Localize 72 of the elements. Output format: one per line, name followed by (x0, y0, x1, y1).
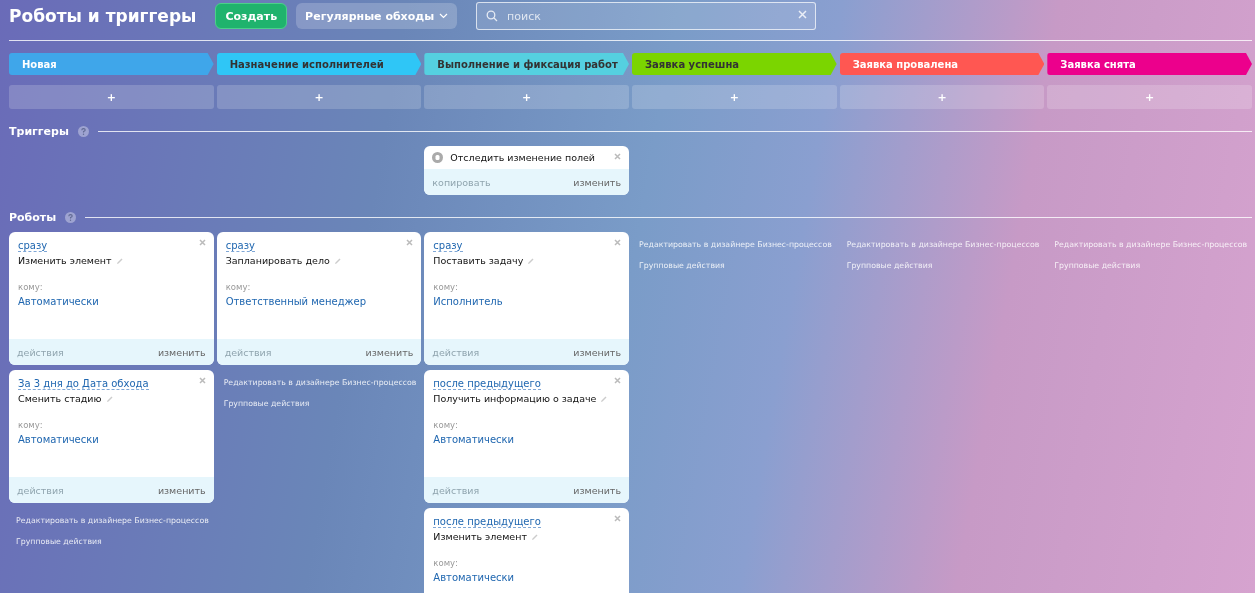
recipient-value[interactable]: Ответственный менеджер (225, 296, 367, 307)
search-field[interactable]: поиск (476, 2, 817, 30)
copy-link[interactable]: копировать (432, 176, 491, 188)
page-title: Роботы и триггеры (9, 6, 197, 26)
actions-link[interactable]: действия (432, 346, 480, 358)
edit-link[interactable]: изменить (365, 346, 414, 358)
section-title: Роботы (9, 211, 57, 224)
delay-link[interactable]: сразу (225, 240, 255, 252)
delay-link[interactable]: сразу (433, 240, 463, 252)
pencil-icon[interactable] (105, 394, 114, 403)
pencil-icon[interactable] (530, 532, 539, 541)
pencil-icon[interactable] (527, 256, 536, 265)
help-icon[interactable] (65, 212, 77, 223)
robot-title: Изменить элемент (433, 531, 527, 542)
trigger-title: Отследить изменение полей (450, 152, 596, 163)
close-icon[interactable] (614, 239, 621, 246)
add-robot-button[interactable]: + (216, 85, 422, 109)
actions-link[interactable]: действия (17, 346, 64, 358)
add-robot-button[interactable]: + (632, 85, 837, 109)
actions-link[interactable]: действия (432, 484, 480, 496)
recipient-label: кому: (18, 420, 43, 430)
add-robot-button[interactable]: + (839, 85, 1045, 109)
robot-title: Изменить элемент (18, 255, 112, 266)
trigger-icon (432, 152, 444, 163)
recipient-label: кому: (433, 282, 458, 292)
close-icon[interactable] (198, 377, 206, 384)
recipient-value[interactable]: Автоматически (433, 572, 515, 583)
chevron-down-icon (439, 13, 449, 19)
delay-link[interactable]: сразу (18, 240, 48, 252)
help-icon[interactable] (77, 126, 89, 137)
robot-title: Поставить задачу (433, 255, 524, 266)
robot-title: Сменить стадию (18, 393, 102, 404)
edit-link[interactable]: изменить (157, 346, 206, 358)
stage-header[interactable]: Заявка снята (1047, 53, 1252, 75)
edit-link[interactable]: изменить (157, 484, 206, 496)
recipient-label: кому: (225, 282, 251, 292)
pencil-icon[interactable] (333, 256, 342, 265)
robot-title: Получить информацию о задаче (433, 393, 597, 404)
pencil-icon[interactable] (600, 394, 609, 403)
pencil-icon[interactable] (115, 256, 124, 265)
delay-link[interactable]: после предыдущего (433, 378, 541, 390)
close-icon[interactable] (614, 153, 621, 160)
stage-header[interactable]: Новая (9, 53, 214, 75)
recipient-value[interactable]: Автоматически (18, 296, 99, 307)
delay-link[interactable]: За 3 дня до Дата обхода (18, 378, 149, 390)
add-robot-button[interactable]: + (9, 85, 214, 109)
stage-header[interactable]: Заявка успешна (632, 53, 837, 75)
edit-link[interactable]: изменить (573, 346, 621, 358)
close-icon[interactable] (614, 377, 621, 384)
search-icon (486, 10, 499, 22)
preset-dropdown[interactable]: Регулярные обходы (296, 3, 458, 29)
delay-link[interactable]: после предыдущего (433, 516, 541, 528)
recipient-value[interactable]: Исполнитель (433, 296, 503, 307)
close-icon[interactable] (198, 239, 206, 246)
stage-header[interactable]: Заявка провалена (839, 53, 1045, 75)
section-title: Триггеры (9, 125, 69, 138)
edit-link[interactable]: изменить (573, 484, 621, 496)
recipient-label: кому: (433, 558, 458, 568)
add-robot-button[interactable]: + (424, 85, 629, 109)
create-button[interactable]: Создать (215, 3, 288, 29)
recipient-value[interactable]: Автоматически (433, 434, 515, 445)
recipient-label: кому: (433, 420, 458, 430)
edit-link[interactable]: изменить (573, 176, 621, 188)
recipient-value[interactable]: Автоматически (18, 434, 99, 445)
recipient-label: кому: (18, 282, 43, 292)
actions-link[interactable]: действия (17, 484, 64, 496)
stage-header[interactable]: Выполнение и фиксация работ (424, 53, 629, 75)
close-icon[interactable] (406, 239, 414, 246)
actions-link[interactable]: действия (224, 346, 272, 358)
robot-title: Запланировать дело (225, 255, 330, 266)
close-icon[interactable] (614, 515, 621, 522)
stage-header[interactable]: Назначение исполнителей (216, 53, 422, 75)
